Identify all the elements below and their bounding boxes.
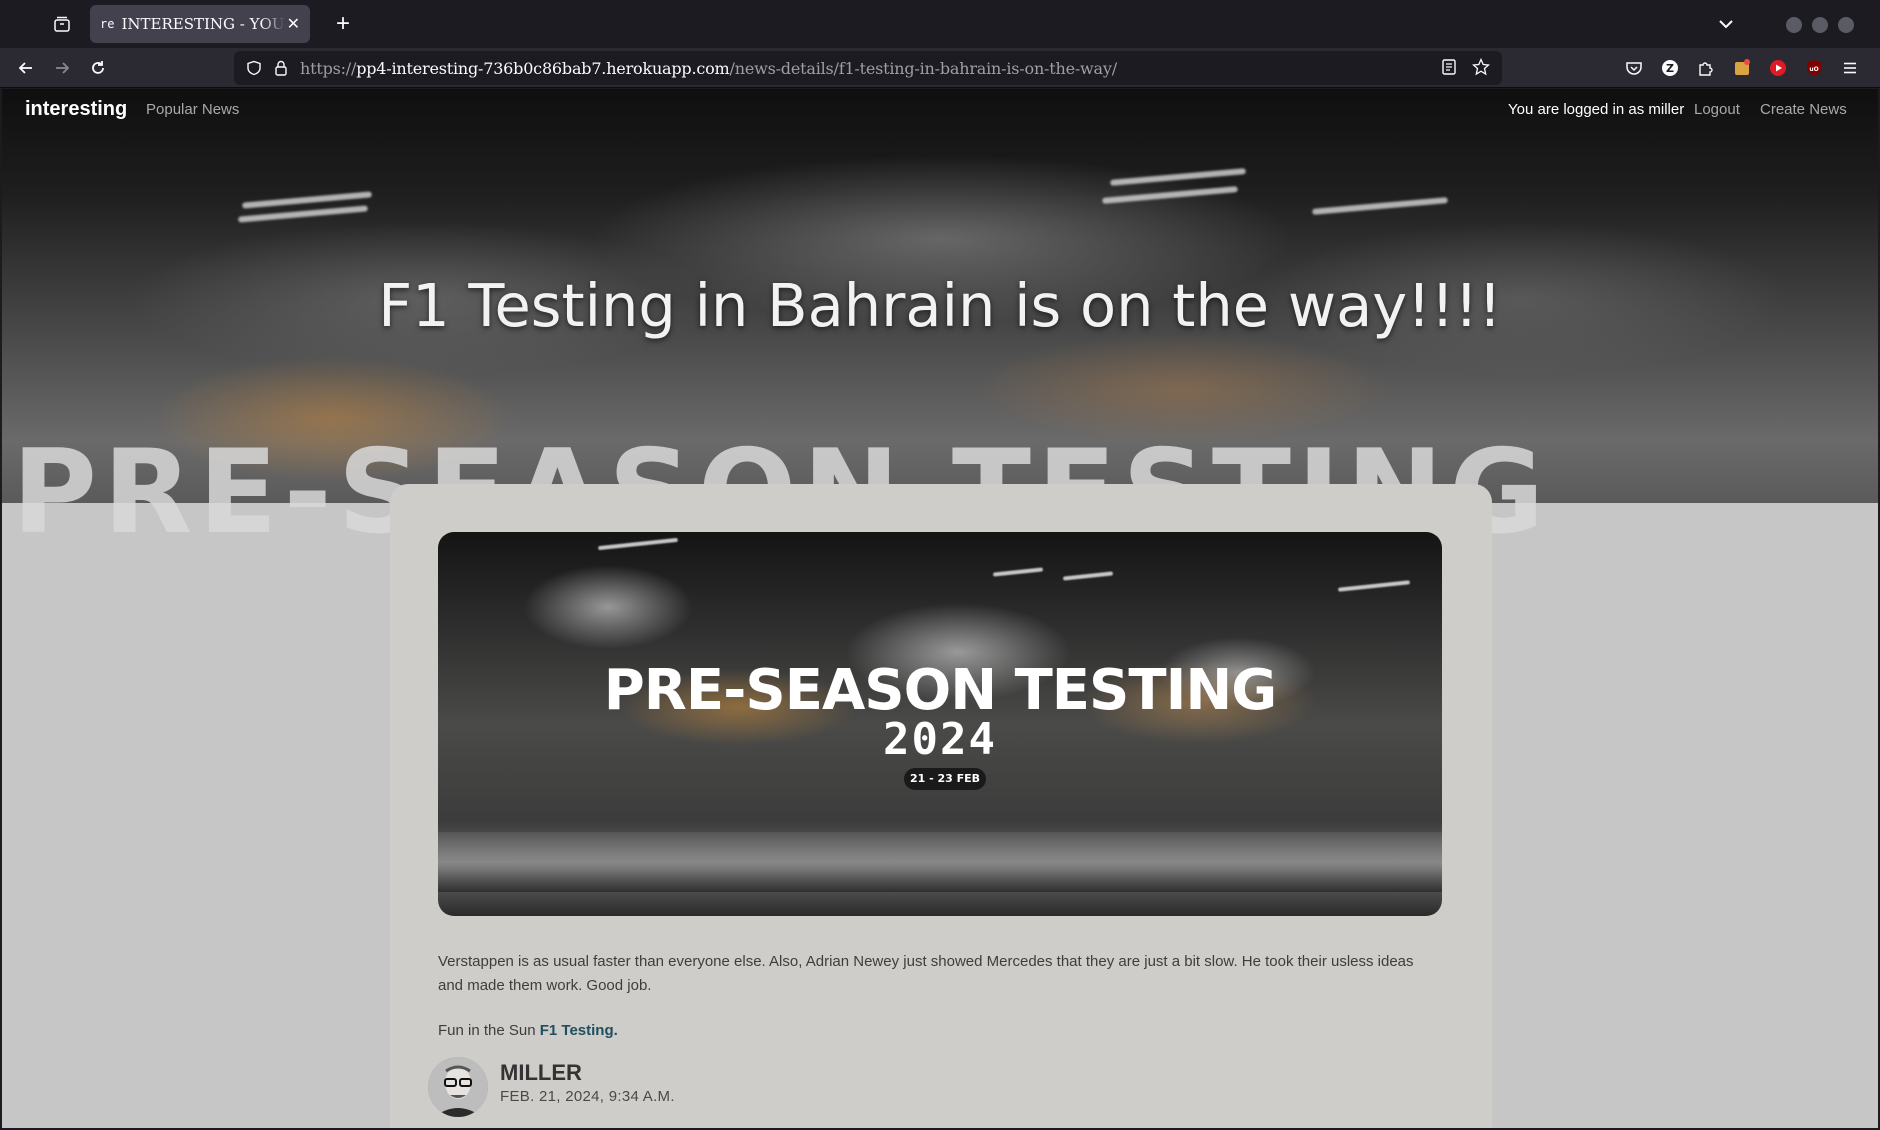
back-button[interactable] [8, 52, 44, 84]
svg-text:uO: uO [1809, 66, 1818, 73]
hero-banner: PRE-SEASON TESTING interesting Popular N… [2, 89, 1878, 560]
author-avatar [428, 1057, 488, 1117]
reload-icon [92, 60, 104, 74]
extensions-puzzle-icon[interactable] [1694, 56, 1718, 80]
article-paragraph-2: Fun in the Sun F1 Testing. [438, 1022, 618, 1039]
light-streak [1109, 168, 1247, 186]
light-streak [1337, 580, 1411, 592]
logout-link[interactable]: Logout [1694, 101, 1740, 118]
light-streak [992, 567, 1044, 577]
page-title: F1 Testing in Bahrain is on the way!!!! [378, 271, 1502, 340]
f1-testing-link[interactable]: F1 Testing. [540, 1022, 618, 1039]
forward-arrow-icon [56, 61, 70, 74]
publish-date: FEB. 21, 2024, 9:34 A.M. [500, 1088, 675, 1105]
url-scheme: https:// [300, 58, 357, 78]
sidebar-toggle-button[interactable] [44, 6, 80, 42]
light-streak [1311, 197, 1449, 215]
light-streak [237, 205, 369, 223]
browser-tab-bar: re INTERESTING - YOUR NEWS ✕ + [0, 0, 1880, 48]
news-detail-card: PRE-SEASON TESTING 2024 21 - 23 FEB Vers… [390, 484, 1492, 1128]
window-controls [1786, 17, 1854, 33]
url-path: /news-details/f1-testing-in-bahrain-is-o… [729, 58, 1118, 78]
tab-close-icon[interactable]: ✕ [287, 14, 300, 33]
create-news-link[interactable]: Create News [1760, 101, 1847, 118]
track-blur [438, 832, 1442, 892]
article-paragraph: Verstappen is as usual faster than every… [438, 953, 1414, 994]
address-bar[interactable]: https://pp4-interesting-736b0c86bab7.her… [234, 51, 1502, 85]
image-year: 2024 [883, 714, 997, 765]
author-name: MILLER [500, 1060, 582, 1085]
browser-toolbar: https://pp4-interesting-736b0c86bab7.her… [0, 48, 1880, 88]
tracking-shield-icon[interactable] [246, 60, 262, 76]
light-streak [1101, 186, 1239, 204]
ublock-origin-icon[interactable]: uO [1802, 56, 1826, 80]
app-menu-icon[interactable] [1838, 56, 1862, 80]
cookie-extension-icon[interactable] [1730, 56, 1754, 80]
youtube-extension-icon[interactable] [1766, 56, 1790, 80]
reader-view-icon[interactable] [1440, 58, 1458, 76]
site-brand-link[interactable]: interesting [25, 98, 127, 121]
tab-title: INTERESTING - YOUR NEWS [121, 15, 286, 33]
news-featured-image: PRE-SEASON TESTING 2024 21 - 23 FEB [438, 532, 1442, 916]
reload-button[interactable] [80, 52, 116, 84]
tab-favicon: re [100, 17, 115, 31]
url-text[interactable]: https://pp4-interesting-736b0c86bab7.her… [300, 59, 1117, 78]
web-page: PRE-SEASON TESTING interesting Popular N… [2, 89, 1878, 1128]
site-navbar: interesting Popular News You are logged … [2, 89, 1878, 135]
minimize-button[interactable] [1786, 17, 1802, 33]
light-streak [598, 537, 678, 551]
forward-button[interactable] [44, 52, 80, 84]
tab-list-chevron-icon[interactable] [1714, 12, 1738, 36]
new-tab-button[interactable]: + [328, 10, 358, 38]
pocket-icon[interactable] [1622, 56, 1646, 80]
popular-news-link[interactable]: Popular News [146, 101, 239, 118]
login-status-text: You are logged in as miller [1508, 101, 1685, 118]
svg-text:Z: Z [1666, 62, 1674, 75]
article-paragraph-2-text: Fun in the Sun [438, 1022, 540, 1039]
maximize-button[interactable] [1812, 17, 1828, 33]
bookmark-star-icon[interactable] [1472, 58, 1490, 76]
url-host: pp4-interesting-736b0c86bab7.herokuapp.c… [356, 58, 730, 78]
browser-tab-active[interactable]: re INTERESTING - YOUR NEWS ✕ [90, 5, 310, 43]
author-photo-icon [428, 1057, 488, 1117]
zotero-extension-icon[interactable]: Z [1658, 56, 1682, 80]
image-dates-badge: 21 - 23 FEB [904, 768, 986, 790]
lock-icon[interactable] [274, 60, 288, 76]
back-arrow-icon [18, 61, 32, 74]
close-window-button[interactable] [1838, 17, 1854, 33]
collections-icon [54, 16, 70, 32]
light-streak [1062, 571, 1114, 581]
